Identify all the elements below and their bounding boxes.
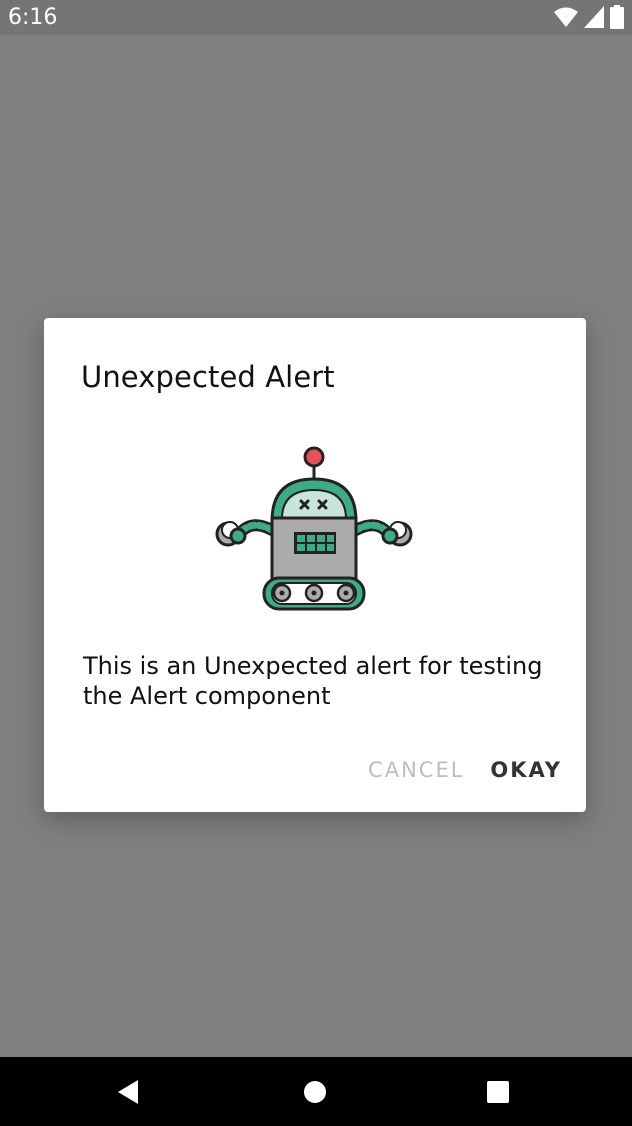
cancel-button[interactable]: CANCEL (368, 758, 464, 782)
dialog-title: Unexpected Alert (81, 360, 335, 394)
status-time: 6:16 (8, 5, 58, 30)
navigation-bar (0, 1057, 632, 1126)
back-button[interactable] (88, 1057, 168, 1126)
home-icon (304, 1080, 326, 1103)
recents-button[interactable] (458, 1057, 538, 1126)
battery-icon (610, 5, 624, 29)
wifi-icon (554, 7, 578, 27)
home-button[interactable] (275, 1057, 355, 1126)
status-icons (554, 5, 624, 29)
signal-icon (584, 6, 604, 28)
recents-icon (487, 1080, 509, 1103)
status-bar: 6:16 (0, 0, 632, 35)
okay-button[interactable]: OKAY (490, 758, 562, 782)
dialog-actions: CANCEL OKAY (368, 758, 562, 782)
alert-dialog: Unexpected Alert This is an Unexpected a… (44, 318, 586, 812)
dialog-message: This is an Unexpected alert for testing … (83, 652, 543, 710)
robot-icon (215, 446, 413, 611)
back-icon (118, 1079, 138, 1104)
